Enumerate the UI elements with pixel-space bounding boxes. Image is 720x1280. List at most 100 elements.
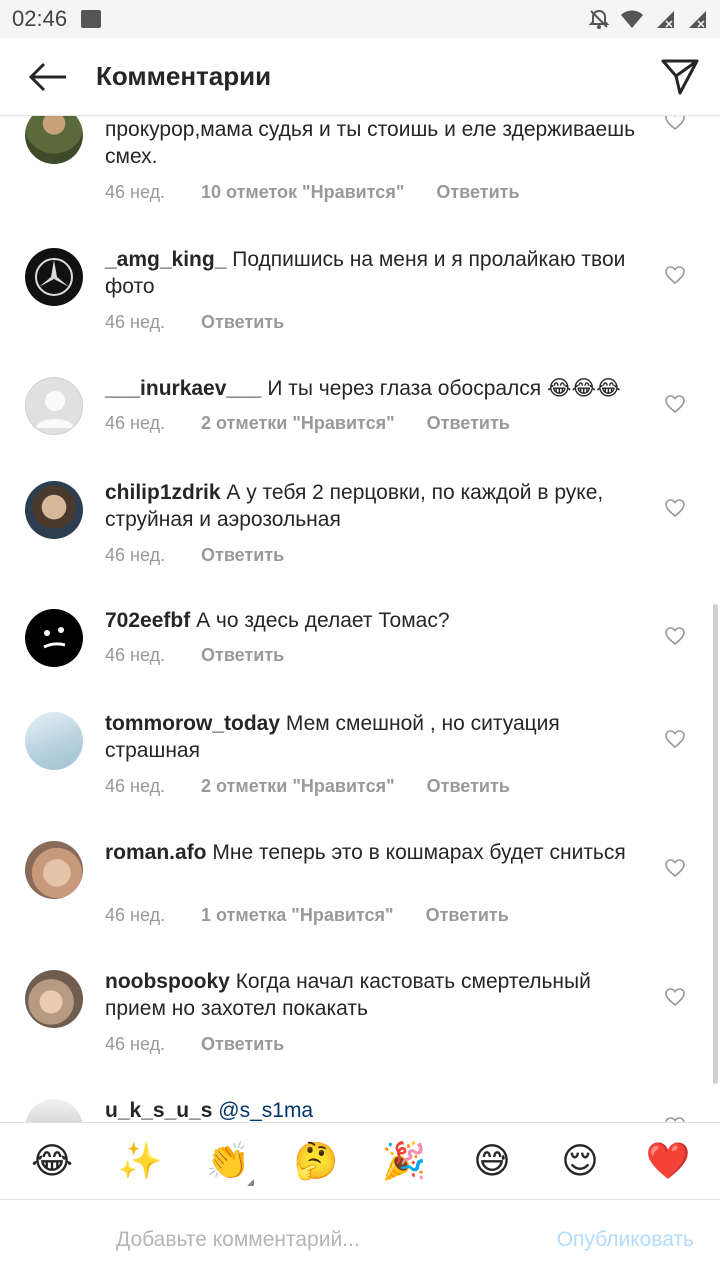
emoji-sparkles-button[interactable]: ✨: [110, 1140, 170, 1182]
like-heart-button[interactable]: [662, 262, 688, 288]
comment-time: 46 нед.: [105, 311, 166, 332]
reply-button[interactable]: Ответить: [201, 645, 284, 666]
likes-count-link[interactable]: 1 отметка "Нравится": [201, 905, 394, 926]
status-bar: 02:46: [0, 0, 720, 38]
comment-text: roman.afo Мне теперь это в кошмарах буде…: [105, 839, 645, 866]
heart-icon: [665, 395, 685, 413]
comment-time: 46 нед.: [105, 544, 166, 565]
avatar[interactable]: [25, 970, 83, 1028]
avatar[interactable]: [25, 481, 83, 539]
comment-content: Мне теперь это в кошмарах будет сниться: [212, 841, 626, 864]
arrow-left-icon: [28, 62, 66, 91]
heart-icon: [665, 859, 685, 877]
comment-text: chilip1zdrik А у тебя 2 перцовки, по каж…: [105, 479, 645, 533]
comment-time: 46 нед.: [105, 775, 166, 796]
emoji-heart-button[interactable]: ❤️: [638, 1140, 698, 1182]
comment-meta: 46 нед. 2 отметки "Нравится" Ответить: [105, 774, 510, 798]
app-root: 02:46 Комментарии прокурор,мама судья и …: [0, 0, 720, 1280]
reply-button[interactable]: Ответить: [201, 312, 284, 333]
comment-input-bar: Опубликовать: [0, 1200, 720, 1280]
like-heart-button[interactable]: [662, 855, 688, 881]
comment-meta: 46 нед. 2 отметки "Нравится" Ответить: [105, 411, 510, 435]
comment-text: noobspooky Когда начал кастовать смертел…: [105, 968, 645, 1022]
face-icon: [43, 627, 66, 649]
comment-text: _amg_king_ Подпишись на меня и я пролайк…: [105, 246, 645, 300]
comment-time: 46 нед.: [105, 904, 166, 925]
header: Комментарии: [0, 38, 720, 116]
likes-count-link[interactable]: 10 отметок "Нравится": [201, 182, 404, 203]
signal-icon: [657, 11, 674, 28]
like-heart-button[interactable]: [662, 726, 688, 752]
likes-count-link[interactable]: 2 отметки "Нравится": [201, 776, 395, 797]
like-heart-button[interactable]: [662, 623, 688, 649]
status-icons: [588, 8, 708, 30]
comment-username[interactable]: u_k_s_u_s: [105, 1099, 212, 1122]
comment-meta: 46 нед. Ответить: [105, 543, 284, 567]
avatar[interactable]: [25, 116, 83, 164]
comment-meta: 46 нед. Ответить: [105, 310, 284, 334]
comment-meta: 46 нед. 1 отметка "Нравится" Ответить: [105, 903, 509, 927]
emoji-laughing-button[interactable]: 😂: [22, 1140, 82, 1182]
reply-button[interactable]: Ответить: [427, 776, 510, 797]
comment-time: 46 нед.: [105, 644, 166, 665]
emoji-clap-button[interactable]: 👏: [198, 1140, 258, 1186]
avatar[interactable]: [25, 609, 83, 667]
scrollbar[interactable]: [713, 604, 718, 1084]
comment-time: 46 нед.: [105, 181, 166, 202]
comment-mention-link[interactable]: @s_s1ma: [218, 1099, 313, 1122]
reply-button[interactable]: Ответить: [201, 545, 284, 566]
avatar[interactable]: [25, 248, 83, 306]
comment-text: 702eefbf А чо здесь делает Томас?: [105, 607, 645, 634]
avatar[interactable]: [25, 712, 83, 770]
comment-text: ___inurkaev___ И ты через глаза обосралс…: [105, 375, 645, 402]
gallery-icon: [81, 10, 102, 28]
like-heart-button[interactable]: [662, 391, 688, 417]
emoji-clap-glyph: 👏: [205, 1140, 251, 1181]
heart-icon: [665, 988, 685, 1006]
avatar[interactable]: [25, 841, 83, 899]
status-time: 02:46: [12, 6, 68, 31]
mute-icon: [588, 9, 610, 29]
comment-username[interactable]: tommorow_today: [105, 712, 280, 735]
comment-meta: 46 нед. Ответить: [105, 643, 284, 667]
avatar[interactable]: [25, 377, 83, 435]
avatar[interactable]: [25, 1099, 83, 1122]
heart-icon: [665, 499, 685, 517]
mercedes-logo-icon: [35, 258, 73, 296]
likes-count-link[interactable]: 2 отметки "Нравится": [201, 413, 395, 434]
page-title: Комментарии: [96, 61, 272, 91]
emoji-thinking-button[interactable]: 🤔: [286, 1140, 346, 1182]
direct-send-button[interactable]: [640, 38, 720, 116]
comment-username[interactable]: noobspooky: [105, 970, 230, 993]
comments-list[interactable]: прокурор,мама судья и ты стоишь и еле зд…: [0, 116, 720, 1122]
comment-username[interactable]: _amg_king_: [105, 248, 226, 271]
back-button[interactable]: [0, 38, 96, 116]
signal-icon: [689, 11, 706, 28]
wifi-icon: [621, 10, 643, 28]
emoji-relieved-button[interactable]: 😌: [550, 1140, 610, 1182]
publish-button[interactable]: Опубликовать: [557, 1228, 694, 1252]
reply-button[interactable]: Ответить: [427, 413, 510, 434]
comment-username[interactable]: 702eefbf: [105, 609, 190, 632]
reply-button[interactable]: Ответить: [426, 905, 509, 926]
comment-username[interactable]: roman.afo: [105, 841, 207, 864]
like-heart-button[interactable]: [662, 495, 688, 521]
default-user-icon: [36, 391, 74, 428]
heart-icon: [665, 627, 685, 645]
emoji-sweat-smile-button[interactable]: 😅: [462, 1140, 522, 1182]
comment-time: 46 нед.: [105, 412, 166, 433]
comment-content: А чо здесь делает Томас?: [196, 609, 450, 632]
emoji-party-button[interactable]: 🎉: [374, 1140, 434, 1182]
reply-button[interactable]: Ответить: [436, 182, 519, 203]
comment-username[interactable]: chilip1zdrik: [105, 481, 221, 504]
like-heart-button[interactable]: [662, 984, 688, 1010]
comment-username[interactable]: ___inurkaev___: [105, 377, 261, 400]
reply-button[interactable]: Ответить: [201, 1034, 284, 1055]
like-heart-button[interactable]: [662, 1113, 688, 1122]
like-heart-button[interactable]: [662, 116, 688, 134]
paper-plane-icon: [661, 59, 699, 94]
comment-input[interactable]: [116, 1228, 516, 1252]
heart-icon: [665, 116, 685, 130]
comment-text: tommorow_today Мем смешной , но ситуация…: [105, 710, 645, 764]
skin-tone-indicator-icon: [247, 1179, 254, 1186]
